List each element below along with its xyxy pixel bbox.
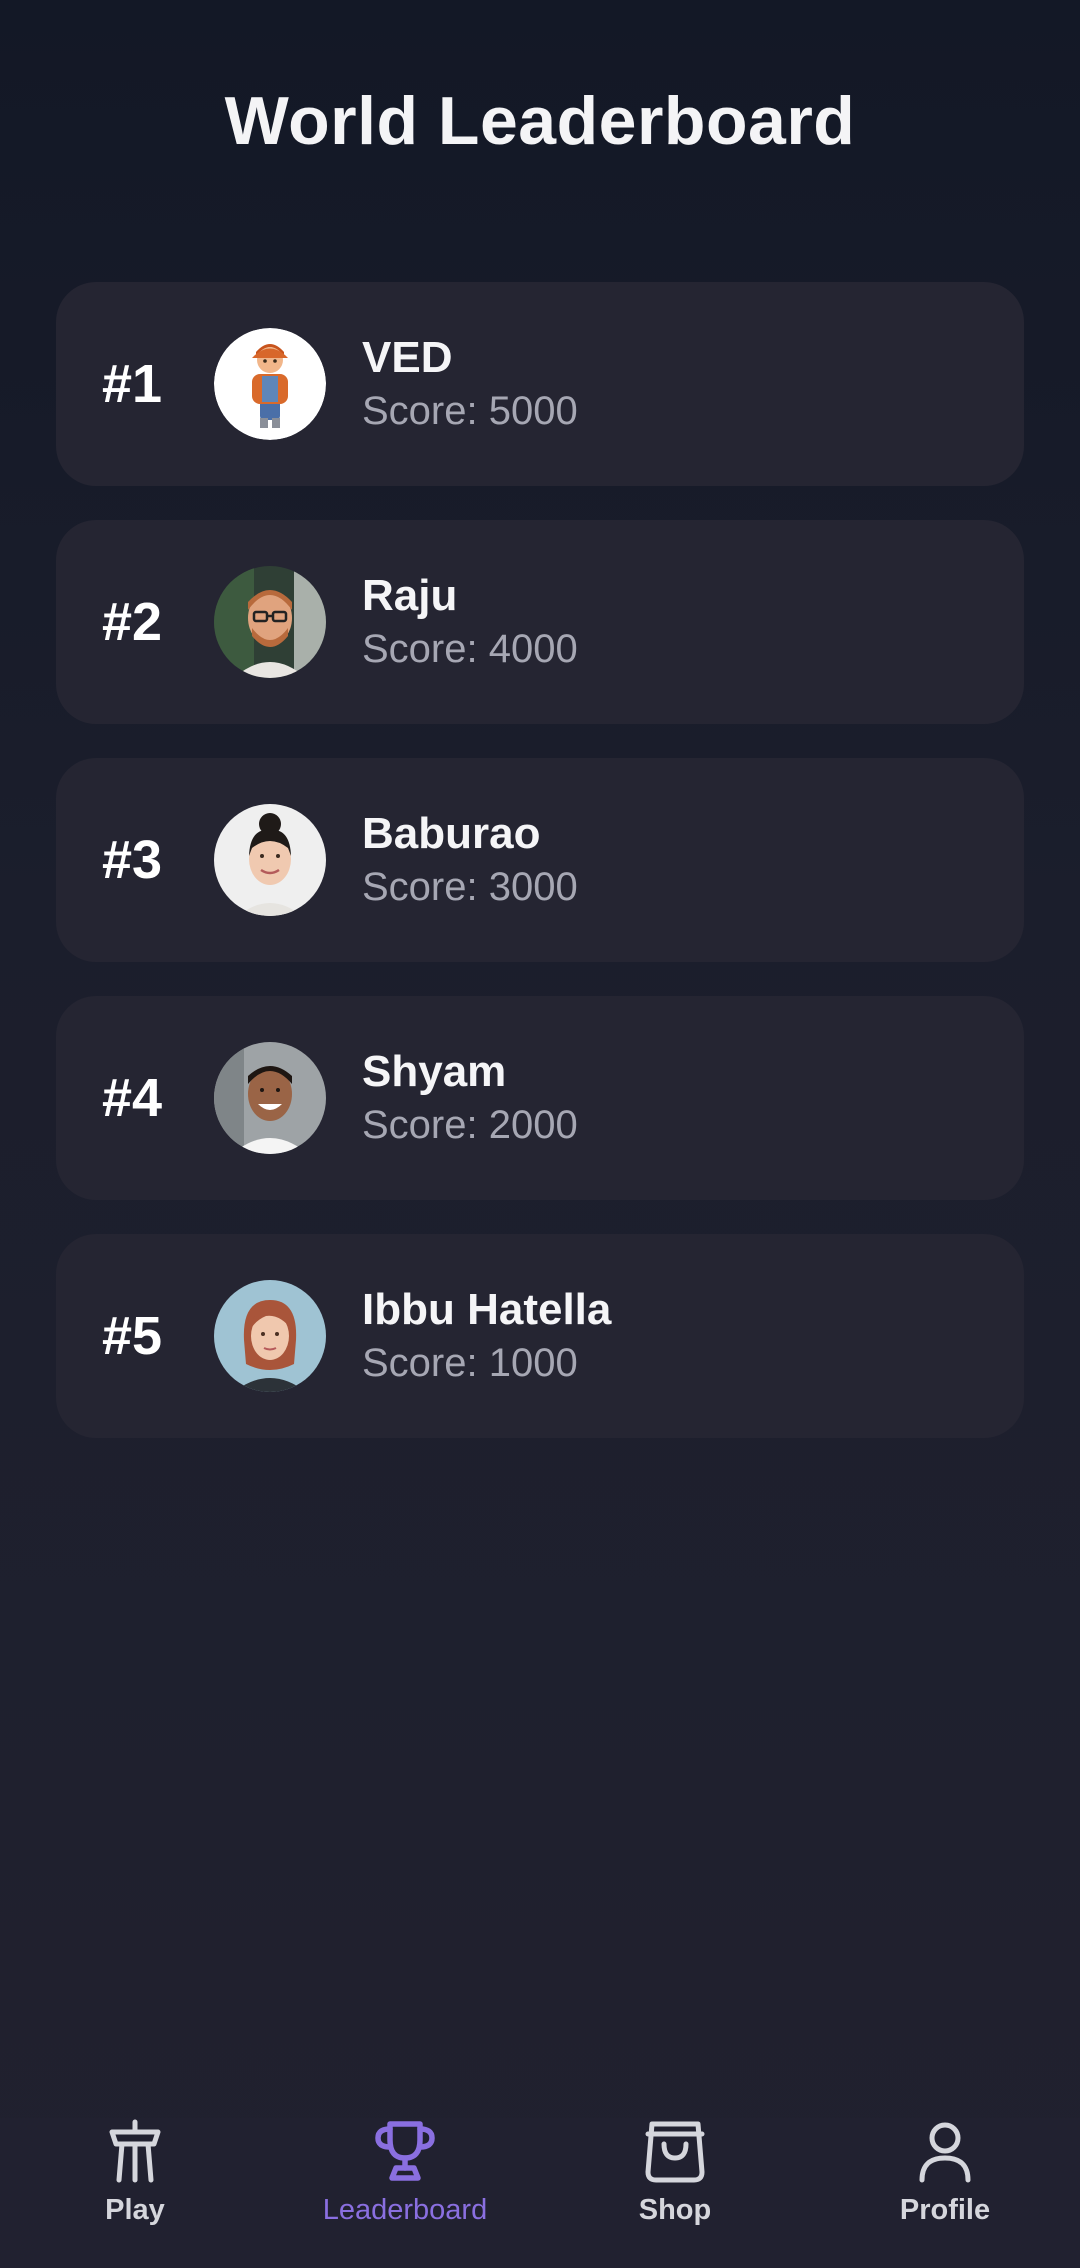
player-name: Raju xyxy=(362,571,458,620)
tab-shop[interactable]: Shop xyxy=(540,2118,810,2268)
player-name: Shyam xyxy=(362,1047,507,1096)
tab-label: Shop xyxy=(638,2194,712,2226)
rank-label: #2 xyxy=(102,592,163,652)
rank-label: #3 xyxy=(102,830,163,890)
rank-label: #5 xyxy=(102,1306,163,1366)
leaderboard-entry-5[interactable]: #5 Ibbu Hatella Score: 1000 xyxy=(56,1234,1024,1438)
tab-leaderboard[interactable]: Leaderboard xyxy=(270,2118,540,2268)
rank-label: #4 xyxy=(102,1068,163,1128)
tab-label: Profile xyxy=(899,2194,991,2226)
woman-bun-avatar xyxy=(214,804,326,916)
bottom-navigation: Play Leaderboard Shop Profile xyxy=(0,2118,1080,2268)
red-hair-woman-avatar xyxy=(214,1280,326,1392)
leaderboard-list: #1 VED Score: 5000 #2 Raju Score: 4000 #… xyxy=(56,282,1024,1472)
user-icon xyxy=(919,2122,971,2183)
player-score: Score: 5000 xyxy=(362,389,578,433)
player-score: Score: 3000 xyxy=(362,865,578,909)
leaderboard-entry-4[interactable]: #4 Shyam Score: 2000 xyxy=(56,996,1024,1200)
leaderboard-entry-2[interactable]: #2 Raju Score: 4000 xyxy=(56,520,1024,724)
leaderboard-entry-3[interactable]: #3 Baburao Score: 3000 xyxy=(56,758,1024,962)
trophy-icon xyxy=(375,2121,435,2181)
player-name: VED xyxy=(362,333,453,382)
player-name: Ibbu Hatella xyxy=(362,1285,612,1334)
shopping-bag-icon xyxy=(645,2121,705,2183)
player-score: Score: 4000 xyxy=(362,627,578,671)
tower-icon xyxy=(109,2119,161,2183)
tab-label: Play xyxy=(105,2194,165,2226)
man-glasses-avatar xyxy=(214,566,326,678)
tab-label: Leaderboard xyxy=(322,2194,488,2226)
player-name: Baburao xyxy=(362,809,541,858)
leaderboard-entry-1[interactable]: #1 VED Score: 5000 xyxy=(56,282,1024,486)
rank-label: #1 xyxy=(102,354,163,414)
cartoon-boy-avatar xyxy=(214,328,326,440)
player-score: Score: 1000 xyxy=(362,1341,578,1385)
player-score: Score: 2000 xyxy=(362,1103,578,1147)
tab-profile[interactable]: Profile xyxy=(810,2118,1080,2268)
smiling-man-avatar xyxy=(214,1042,326,1154)
page-title: World Leaderboard xyxy=(224,83,856,159)
tab-play[interactable]: Play xyxy=(0,2118,270,2268)
